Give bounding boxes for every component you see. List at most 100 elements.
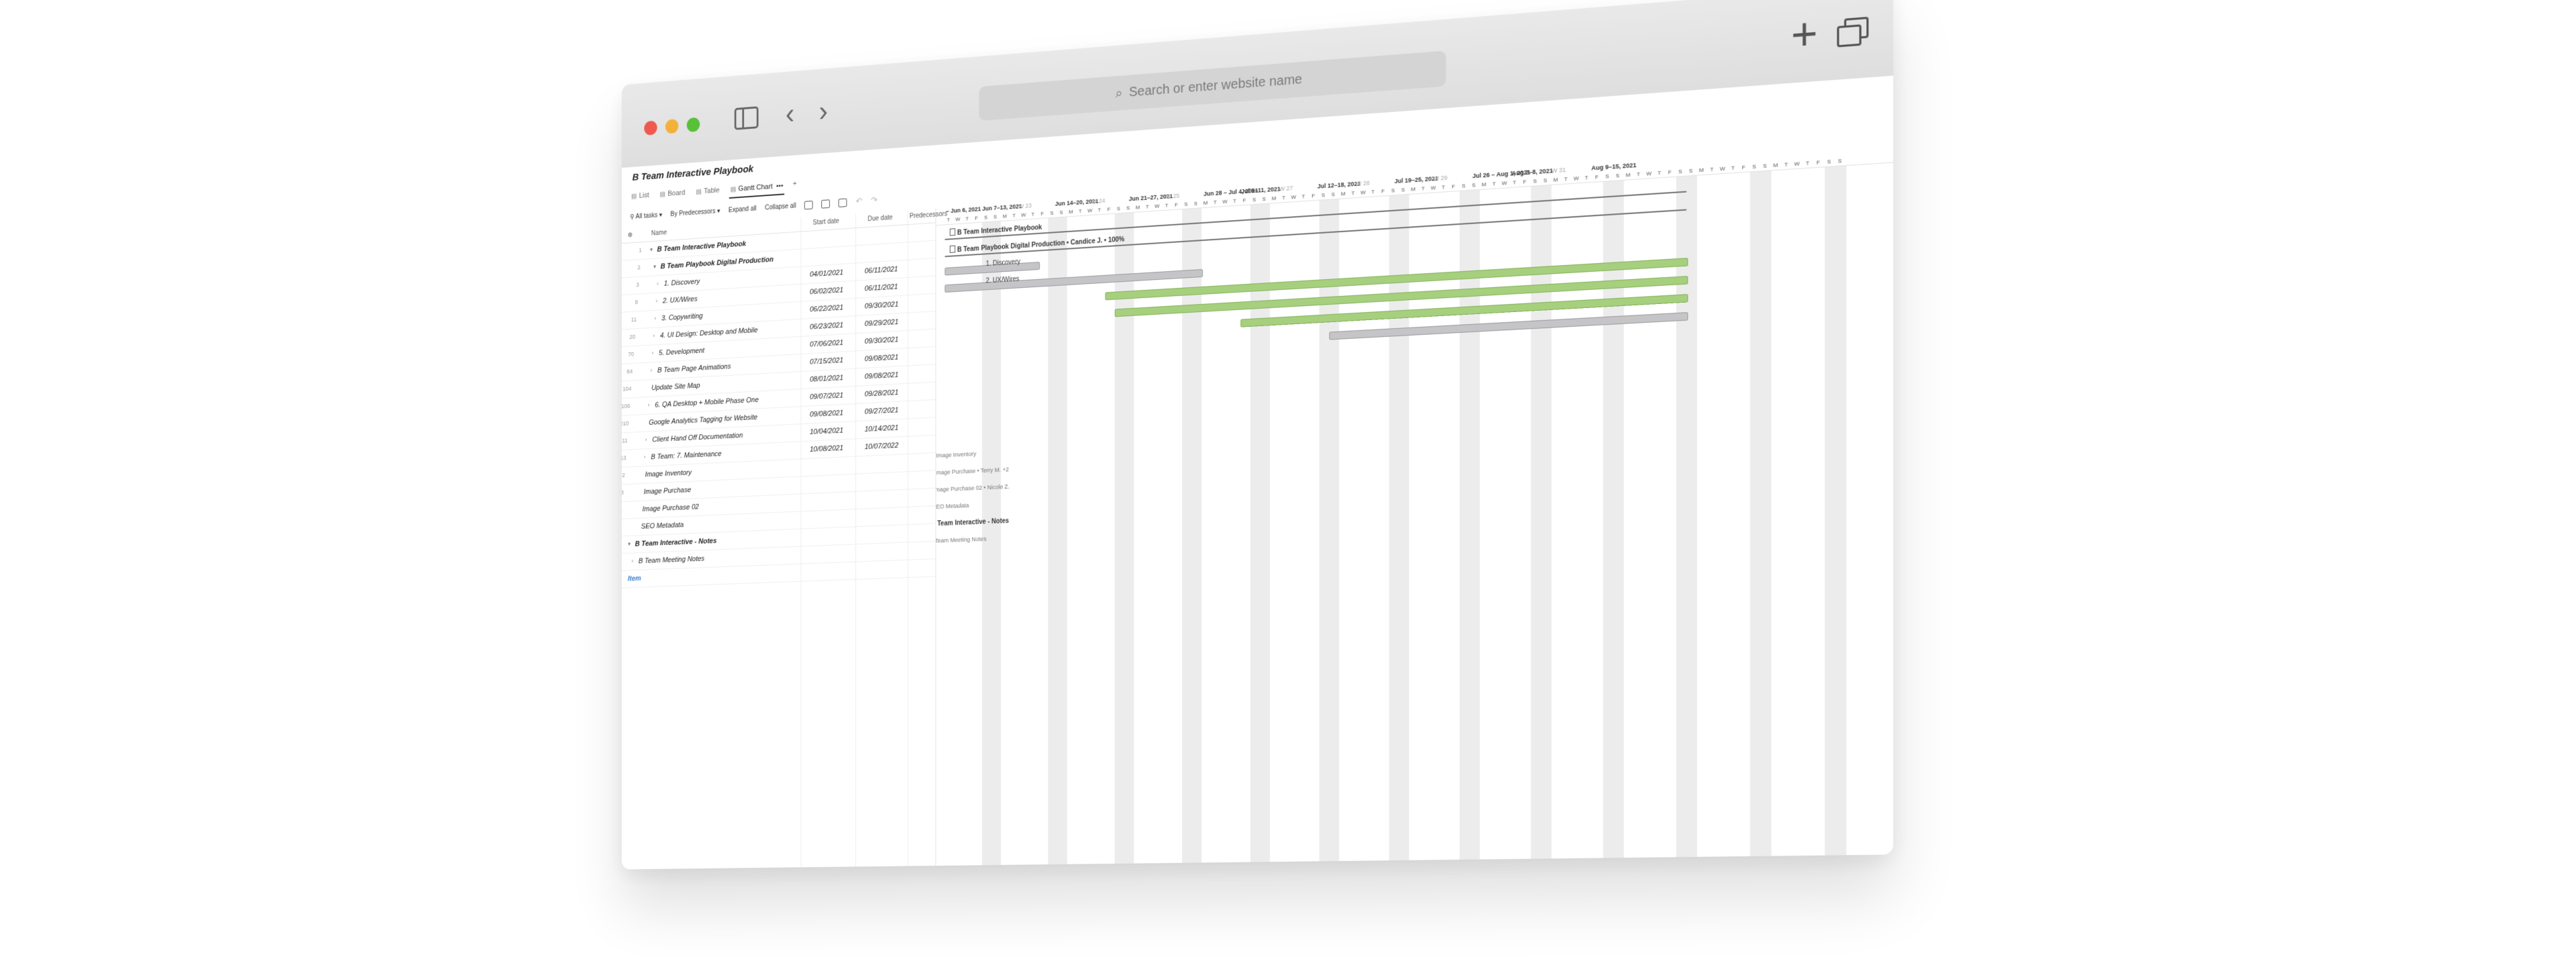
minimize-window-button[interactable] (665, 119, 678, 134)
due-date-cell[interactable]: 09/30/2021 (865, 301, 898, 311)
expand-chevron-icon[interactable]: › (645, 436, 647, 443)
expand-chevron-icon[interactable]: › (653, 332, 655, 339)
day-letter: T (1369, 189, 1377, 195)
due-date-cell[interactable]: 09/29/2021 (865, 318, 898, 328)
start-date-cell[interactable]: 09/07/2021 (810, 392, 843, 401)
start-date-cell[interactable]: 04/01/2021 (810, 268, 843, 279)
back-arrow-icon[interactable]: ‹ (786, 99, 794, 128)
forward-arrow-icon[interactable]: › (819, 97, 828, 127)
address-bar[interactable]: ⌕ Search or enter website name (979, 51, 1446, 121)
sidebar-toggle-icon[interactable] (735, 106, 759, 130)
task-name: Image Inventory (645, 469, 692, 479)
weekend-column (982, 221, 1001, 865)
expand-chevron-icon[interactable]: ▾ (650, 246, 653, 254)
day-letter: S (1124, 205, 1132, 211)
day-letter: W (1086, 207, 1093, 214)
collapse-all-button[interactable]: Collapse all (765, 202, 796, 211)
calendar-icon[interactable] (822, 199, 830, 208)
task-name: B Team Interactive - Notes (635, 537, 717, 548)
due-date-cell[interactable]: 09/08/2021 (865, 371, 898, 381)
due-date-cell[interactable]: 09/08/2021 (865, 354, 898, 363)
tab-board[interactable]: ▤ Board (659, 187, 686, 203)
expand-chevron-icon[interactable]: › (651, 350, 653, 356)
due-date-cell[interactable]: 09/30/2021 (865, 336, 898, 345)
gantt-task-label[interactable]: B Team Meeting Notes (936, 534, 986, 544)
row-number: 8 (622, 299, 638, 306)
tab-table[interactable]: ▤ Table (695, 185, 721, 201)
day-letter: W (1289, 194, 1297, 201)
start-date-cell[interactable]: 06/23/2021 (810, 321, 843, 331)
day-letter: S (991, 213, 999, 220)
expand-chevron-icon[interactable]: › (644, 454, 646, 460)
select-all-icon[interactable]: ⊕ (628, 232, 633, 239)
export-icon[interactable] (839, 198, 847, 207)
maximize-window-button[interactable] (687, 117, 700, 133)
expand-chevron-icon[interactable]: › (648, 402, 650, 409)
expand-chevron-icon[interactable]: › (631, 558, 633, 564)
gantt-task-label[interactable]: SEO Metadata (936, 501, 969, 510)
add-item-button[interactable]: Item (628, 574, 641, 583)
column-name[interactable]: Name (651, 230, 667, 238)
day-letter: M (1201, 199, 1210, 206)
column-due-date[interactable]: Due date (867, 214, 892, 223)
day-letter: S (1250, 197, 1258, 203)
task-name: B Team Interactive Playbook (657, 240, 747, 254)
day-letter: S (1115, 205, 1122, 212)
task-name: Client Hand Off Documentation (652, 432, 743, 444)
day-letter: S (1048, 210, 1055, 217)
project-title: B Team Interactive Playbook (633, 164, 754, 183)
expand-all-button[interactable]: Expand all (729, 205, 757, 213)
task-name: 5. Development (659, 347, 704, 357)
start-date-cell[interactable]: 06/22/2021 (810, 304, 843, 314)
week-label: Jul 5–11, 2021 (1241, 185, 1281, 195)
new-tab-plus-icon[interactable]: + (1791, 11, 1818, 58)
expand-chevron-icon[interactable]: ▾ (653, 263, 656, 270)
day-letter: M (1134, 204, 1141, 211)
expand-chevron-icon[interactable]: › (654, 315, 656, 321)
expand-chevron-icon[interactable]: › (657, 281, 659, 287)
tab-more-button[interactable]: ••• (776, 182, 783, 190)
task-name: 6. QA Desktop + Mobile Phase One (655, 396, 759, 409)
expand-chevron-icon[interactable]: › (650, 367, 652, 374)
start-date-cell[interactable]: 07/06/2021 (810, 339, 843, 348)
day-letter: F (1240, 197, 1248, 204)
day-letter: S (1761, 162, 1770, 169)
tab-gantt-chart[interactable]: ▤ Gantt Chart ••• (729, 181, 784, 199)
day-letter: T (1634, 171, 1642, 178)
folder-icon[interactable] (804, 200, 813, 209)
group-dropdown[interactable]: By Predecessors ▾ (670, 207, 720, 218)
day-letter: F (1173, 201, 1181, 208)
row-number: 106 (622, 403, 630, 410)
due-date-cell[interactable]: 06/11/2021 (865, 265, 898, 275)
start-date-cell[interactable]: 08/01/2021 (810, 374, 843, 383)
expand-chevron-icon[interactable]: › (655, 298, 657, 305)
undo-icon[interactable]: ↶ (856, 196, 863, 207)
gantt-task-label[interactable]: Image Inventory (936, 449, 976, 459)
start-date-cell[interactable]: 07/15/2021 (810, 356, 843, 366)
day-letter: T (1562, 176, 1570, 183)
day-letter: T (963, 215, 971, 222)
filter-dropdown[interactable]: ⚲ All tasks ▾ (630, 211, 662, 221)
due-date-cell[interactable]: 10/07/2022 (865, 442, 898, 451)
start-date-cell[interactable]: 10/08/2021 (810, 444, 843, 454)
start-date-cell[interactable]: 09/08/2021 (810, 409, 843, 419)
due-date-cell[interactable]: 06/11/2021 (865, 283, 898, 293)
task-name: B Team Meeting Notes (639, 555, 704, 565)
day-letter: F (1814, 159, 1823, 166)
start-date-cell[interactable]: 06/02/2021 (810, 287, 843, 297)
due-date-cell[interactable]: 10/14/2021 (865, 424, 898, 434)
column-start-date[interactable]: Start date (813, 217, 839, 226)
weekend-column (1750, 170, 1772, 856)
tab-overview-icon[interactable] (1837, 17, 1864, 43)
redo-icon[interactable]: ↷ (871, 195, 877, 205)
add-view-button[interactable]: + (793, 180, 797, 195)
day-letter: S (1825, 158, 1833, 165)
week-label: W 29 (1434, 174, 1448, 183)
expand-chevron-icon[interactable]: ▾ (628, 540, 631, 548)
task-doc-icon (950, 246, 955, 253)
due-date-cell[interactable]: 09/28/2021 (865, 389, 898, 398)
tab-list[interactable]: ▤ List (630, 190, 650, 205)
close-window-button[interactable] (644, 120, 657, 135)
due-date-cell[interactable]: 09/27/2021 (865, 407, 898, 416)
start-date-cell[interactable]: 10/04/2021 (810, 427, 843, 436)
